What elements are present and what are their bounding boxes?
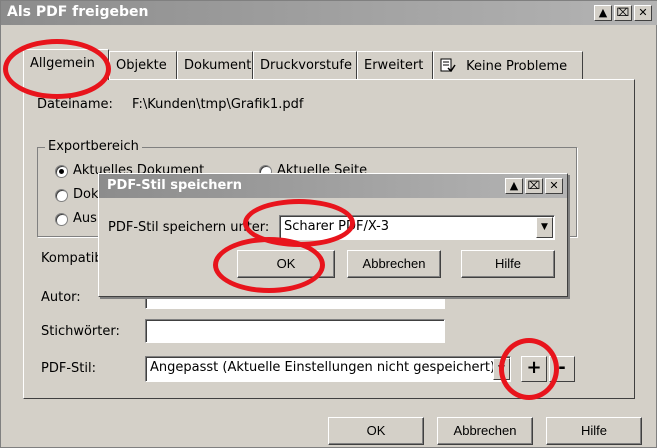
save-under-field[interactable]: Scharer PDF/X-3 — [279, 215, 555, 240]
add-pdf-style-button[interactable]: + — [521, 356, 547, 382]
minimize-icon[interactable]: ⌧ — [614, 5, 632, 21]
tab-keine-probleme[interactable]: Keine Probleme — [433, 51, 583, 80]
subdialog-title-bar[interactable]: PDF-Stil speichern ▲ ⌧ ✕ — [99, 174, 567, 198]
help-button[interactable]: Hilfe — [546, 417, 642, 445]
tab-label: Objekte — [116, 58, 167, 73]
cancel-button[interactable]: Abbrechen — [437, 417, 533, 445]
tab-label: Erweitert — [364, 58, 424, 73]
keywords-label: Stichwörter: — [41, 324, 120, 339]
keywords-field[interactable] — [145, 319, 445, 343]
save-pdf-style-dialog: PDF-Stil speichern ▲ ⌧ ✕ PDF-Stil speich… — [98, 173, 568, 297]
filename-label: Dateiname: — [37, 97, 113, 112]
ok-button[interactable]: OK — [328, 417, 424, 445]
subdialog-help-button[interactable]: Hilfe — [461, 250, 555, 278]
tab-dokument[interactable]: Dokument — [177, 51, 253, 80]
pdf-style-value: Angepasst (Aktuelle Einstellungen nicht … — [150, 360, 496, 375]
tab-allgemein[interactable]: Allgemein — [23, 49, 109, 80]
tab-label: Allgemein — [30, 56, 95, 71]
pdf-style-dropdown[interactable]: Angepasst (Aktuelle Einstellungen nicht … — [145, 356, 511, 382]
pdf-export-dialog: Als PDF freigeben ▲ ⌧ ✕ Allgemein Objekt… — [0, 0, 657, 448]
radio-selection-label: Aus — [73, 211, 97, 226]
export-range-label: Exportbereich — [45, 139, 142, 154]
subdialog-ok-button[interactable]: OK — [237, 250, 335, 278]
subdialog-cancel-button[interactable]: Abbrechen — [347, 250, 441, 278]
window-title: Als PDF freigeben — [7, 4, 149, 20]
close-icon[interactable]: ✕ — [545, 178, 563, 194]
subdialog-title: PDF-Stil speichern — [107, 178, 242, 193]
tab-label: Druckvorstufe — [260, 58, 352, 73]
save-under-label: PDF-Stil speichern unter: — [108, 220, 270, 235]
radio-documents-label: Dok — [73, 187, 99, 202]
save-under-value: Scharer PDF/X-3 — [284, 219, 390, 234]
chevron-down-icon[interactable]: ▼ — [536, 217, 553, 238]
remove-pdf-style-button[interactable]: - — [549, 356, 575, 382]
tab-druckvorstufe[interactable]: Druckvorstufe — [253, 51, 357, 80]
radio-current-document[interactable] — [55, 165, 68, 178]
title-bar[interactable]: Als PDF freigeben ▲ ⌧ ✕ — [1, 1, 657, 25]
pdf-style-label: PDF-Stil: — [41, 361, 96, 376]
tab-erweitert[interactable]: Erweitert — [357, 51, 433, 80]
help-icon[interactable]: ▲ — [594, 5, 612, 21]
document-check-icon — [440, 58, 456, 74]
filename-value: F:\Kunden\tmp\Grafik1.pdf — [132, 97, 304, 112]
tab-label: Dokument — [184, 58, 252, 73]
chevron-down-icon[interactable]: ▼ — [493, 358, 510, 380]
minimize-icon[interactable]: ⌧ — [525, 178, 543, 194]
author-label: Autor: — [41, 290, 81, 305]
radio-selection[interactable] — [55, 213, 68, 226]
radio-documents[interactable] — [55, 189, 68, 202]
help-icon[interactable]: ▲ — [505, 178, 523, 194]
tab-label: Keine Probleme — [466, 59, 568, 74]
tab-objekte[interactable]: Objekte — [109, 51, 177, 80]
close-icon[interactable]: ✕ — [634, 5, 652, 21]
